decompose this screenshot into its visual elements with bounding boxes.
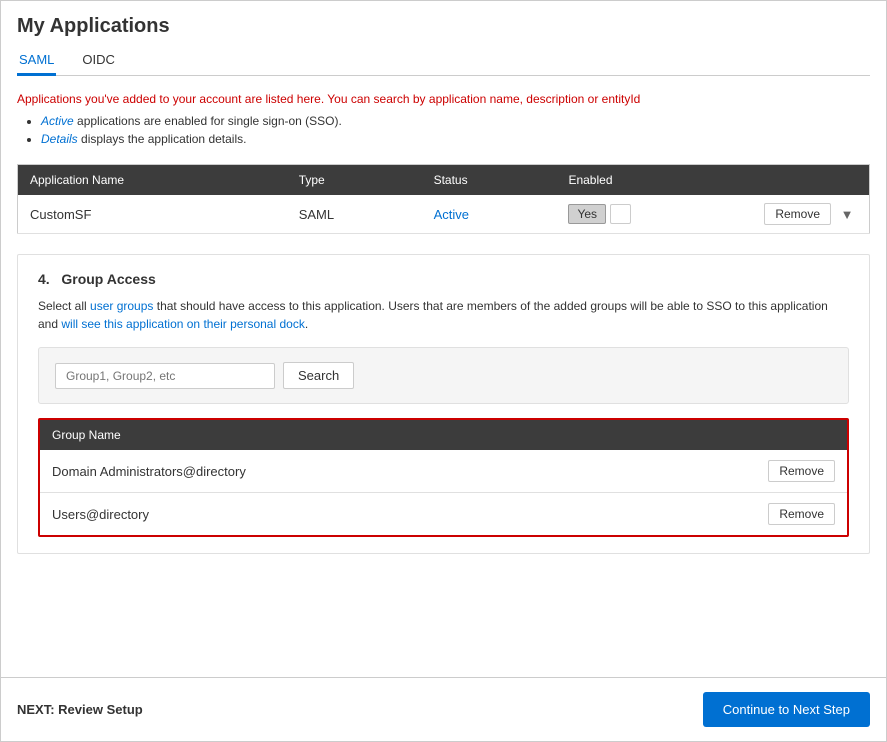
group-remove-cell-2: Remove — [727, 493, 847, 536]
group-name-2: Users@directory — [40, 493, 727, 536]
page-footer: NEXT: Review Setup Continue to Next Step — [1, 677, 886, 741]
tab-oidc[interactable]: OIDC — [80, 46, 117, 76]
page-header: My Applications SAML OIDC — [1, 1, 886, 76]
col-type: Type — [287, 165, 422, 196]
app-type-cell: SAML — [287, 195, 422, 234]
app-name-cell: CustomSF — [18, 195, 287, 234]
group-remove-button-2[interactable]: Remove — [768, 503, 835, 525]
status-active-label: Active — [434, 207, 469, 222]
info-item-details: Details displays the application details… — [41, 132, 870, 146]
info-details-label: Details — [41, 132, 78, 146]
info-details-text: displays the application details. — [81, 132, 246, 146]
col-status: Status — [422, 165, 557, 196]
col-actions — [752, 165, 869, 196]
group-search-button[interactable]: Search — [283, 362, 354, 389]
page-content: Applications you've added to your accoun… — [1, 76, 886, 677]
chevron-down-icon: ▼ — [837, 207, 857, 222]
toggle-no-label — [610, 204, 631, 224]
continue-button[interactable]: Continue to Next Step — [703, 692, 870, 727]
toggle-yes-label[interactable]: Yes — [568, 204, 606, 224]
col-app-name: Application Name — [18, 165, 287, 196]
group-table-wrapper: Group Name Domain Administrators@directo… — [38, 418, 849, 537]
group-search-area: Search — [38, 347, 849, 404]
app-table: Application Name Type Status Enabled Cus… — [17, 164, 870, 234]
group-remove-cell-1: Remove — [727, 450, 847, 493]
info-item-active: Active applications are enabled for sing… — [41, 114, 870, 128]
info-description: Applications you've added to your accoun… — [17, 92, 870, 106]
enabled-toggle[interactable]: Yes — [568, 204, 740, 224]
group-table: Group Name Domain Administrators@directo… — [40, 420, 847, 535]
group-row-1: Domain Administrators@directory Remove — [40, 450, 847, 493]
page-title: My Applications — [17, 15, 870, 38]
info-active-text: applications are enabled for single sign… — [77, 114, 342, 128]
info-list: Active applications are enabled for sing… — [41, 114, 870, 150]
info-active-label: Active — [41, 114, 74, 128]
group-col-name: Group Name — [40, 420, 727, 450]
app-remove-button[interactable]: Remove — [764, 203, 831, 225]
app-remove-cell: Remove ▼ — [752, 195, 869, 234]
group-access-title: 4. Group Access — [38, 271, 849, 287]
group-access-desc: Select all user groups that should have … — [38, 297, 849, 333]
group-remove-button-1[interactable]: Remove — [768, 460, 835, 482]
group-access-section: 4. Group Access Select all user groups t… — [17, 254, 870, 554]
app-row: CustomSF SAML Active Yes Remove — [18, 195, 870, 234]
app-status-cell: Active — [422, 195, 557, 234]
group-name-1: Domain Administrators@directory — [40, 450, 727, 493]
group-row-2: Users@directory Remove — [40, 493, 847, 536]
tab-saml[interactable]: SAML — [17, 46, 56, 76]
app-enabled-cell: Yes — [556, 195, 752, 234]
col-enabled: Enabled — [556, 165, 752, 196]
footer-next-label: NEXT: Review Setup — [17, 702, 143, 717]
group-search-input[interactable] — [55, 363, 275, 389]
page-wrapper: My Applications SAML OIDC Applications y… — [0, 0, 887, 742]
group-col-action — [727, 420, 847, 450]
tab-bar: SAML OIDC — [17, 46, 870, 76]
